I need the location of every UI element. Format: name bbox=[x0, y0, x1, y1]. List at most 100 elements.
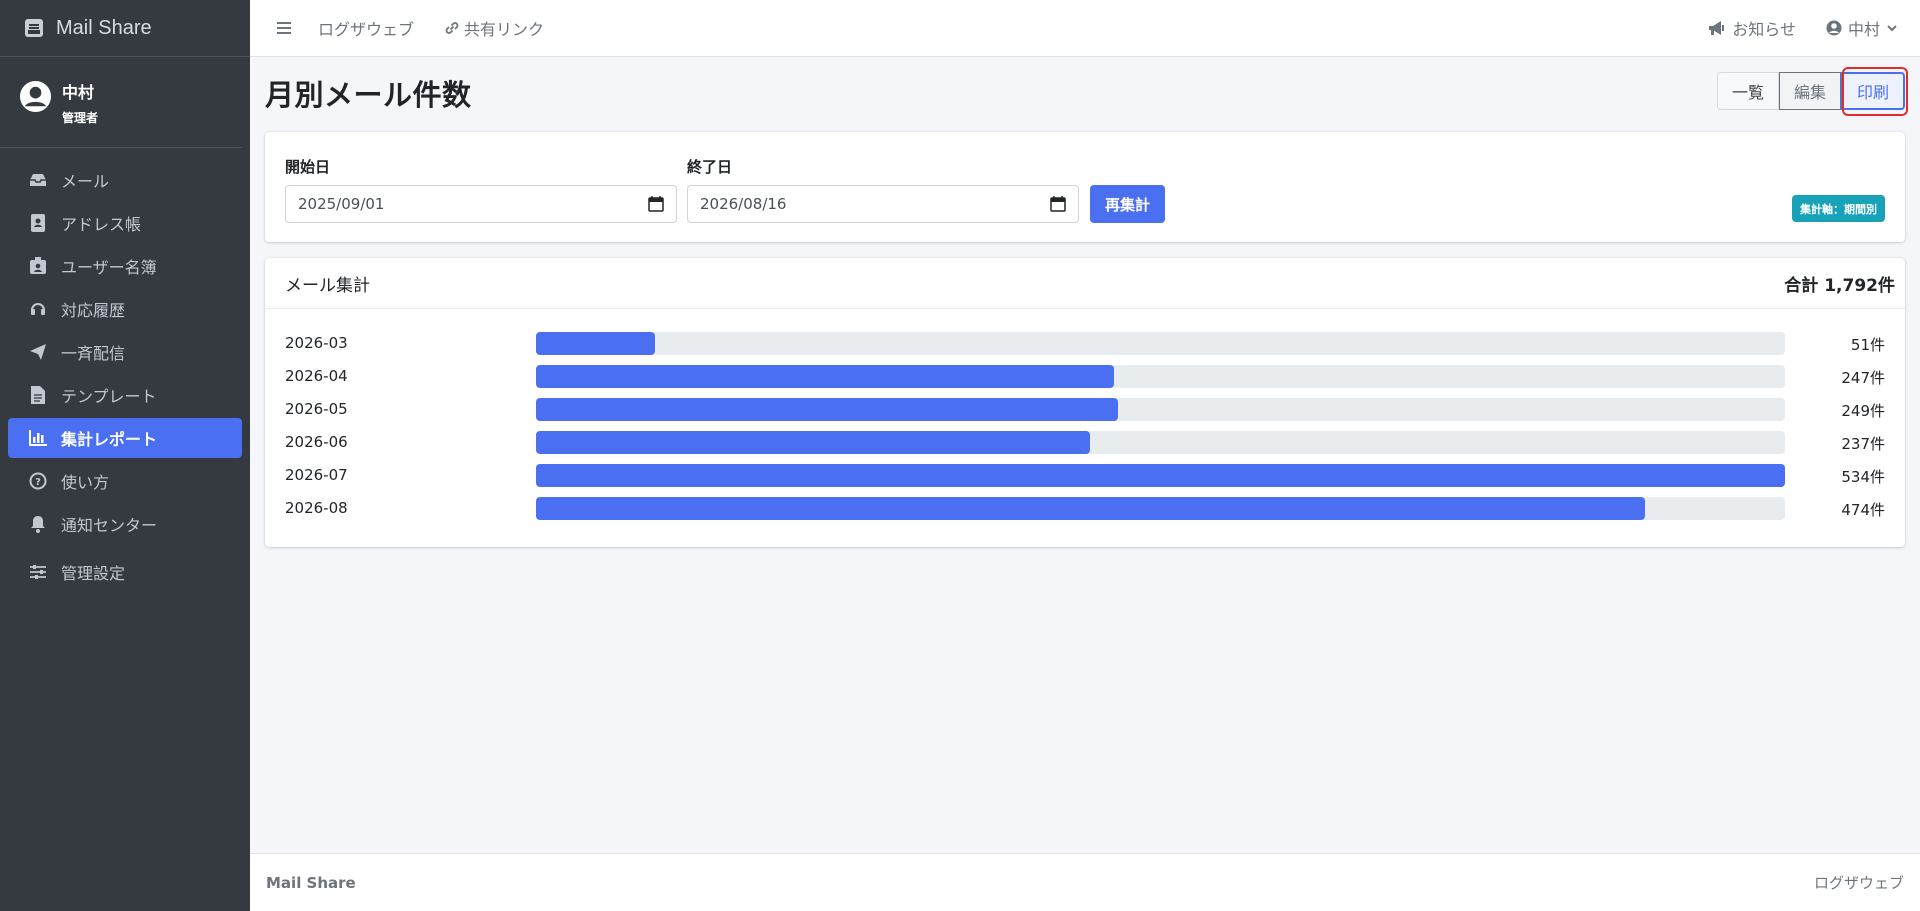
footer: Mail Share ログザウェブ bbox=[250, 853, 1920, 911]
sidebar-item-notifications[interactable]: 通知センター bbox=[8, 504, 242, 544]
top-right-nav: お知らせ 中村 bbox=[1708, 16, 1898, 40]
sidebar-item-label: ユーザー名簿 bbox=[61, 258, 157, 277]
nav-link-shared-links-label: 共有リンク bbox=[464, 20, 545, 39]
paper-plane-icon bbox=[28, 342, 48, 362]
sidebar-item-mail[interactable]: メール bbox=[8, 160, 242, 200]
sidebar-item-howto[interactable]: ? 使い方 bbox=[8, 461, 242, 501]
sidebar-item-label: 集計レポート bbox=[61, 430, 158, 449]
end-date-field[interactable]: 2026/08/16 bbox=[687, 185, 1079, 223]
address-book-icon bbox=[28, 213, 48, 233]
row-count: 51件 bbox=[1850, 336, 1885, 354]
sidebar-item-label: 一斉配信 bbox=[61, 344, 126, 363]
progress-fill bbox=[536, 332, 656, 355]
list-button[interactable]: 一覧 bbox=[1716, 72, 1779, 110]
user-menu-label: 中村 bbox=[1847, 20, 1880, 39]
row-month: 2026-07 bbox=[285, 466, 348, 484]
question-circle-icon: ? bbox=[28, 471, 48, 491]
user-avatar-icon bbox=[19, 80, 52, 112]
user-panel[interactable]: 中村 管理者 bbox=[0, 57, 242, 148]
row-count: 237件 bbox=[1841, 435, 1885, 453]
start-date-value: 2025/09/01 bbox=[298, 195, 385, 213]
row-month: 2026-03 bbox=[285, 334, 348, 352]
top-navbar: ログザウェブ 共有リンク お知らせ 中村 bbox=[250, 0, 1920, 57]
sidebar-item-report[interactable]: 集計レポート bbox=[8, 418, 242, 458]
summary-row: 2026-07 534件 bbox=[265, 460, 1905, 493]
id-badge-icon bbox=[28, 256, 48, 276]
user-menu-dropdown[interactable]: 中村 bbox=[1826, 16, 1898, 40]
brand-name: Mail Share bbox=[56, 16, 152, 39]
end-date-value: 2026/08/16 bbox=[700, 195, 787, 213]
sidebar: Mail Share 中村 管理者 メール アドレス帳 ユーザー名簿 対応履歴 … bbox=[0, 0, 250, 911]
megaphone-icon bbox=[1709, 21, 1725, 35]
file-icon bbox=[28, 385, 48, 405]
notice-link[interactable]: お知らせ bbox=[1708, 16, 1796, 40]
sidebar-item-label: メール bbox=[61, 172, 110, 191]
row-count: 249件 bbox=[1841, 402, 1885, 420]
start-date-label: 開始日 bbox=[285, 158, 331, 176]
start-date-field[interactable]: 2025/09/01 bbox=[285, 185, 677, 223]
edit-button[interactable]: 編集 bbox=[1778, 72, 1841, 110]
progress-track bbox=[536, 365, 1785, 388]
row-count: 534件 bbox=[1841, 468, 1885, 486]
sidebar-item-label: アドレス帳 bbox=[61, 215, 142, 234]
footer-brand: Mail Share bbox=[266, 873, 356, 892]
chevron-down-icon bbox=[1887, 25, 1897, 32]
sidebar-item-label: テンプレート bbox=[61, 387, 157, 406]
summary-title: メール集計 bbox=[285, 275, 370, 296]
progress-fill bbox=[536, 398, 1119, 421]
link-icon bbox=[445, 22, 459, 34]
page-title: 月別メール件数 bbox=[265, 78, 472, 112]
sidebar-item-label: 管理設定 bbox=[61, 564, 126, 583]
user-circle-icon bbox=[1826, 20, 1842, 36]
mail-summary-card: メール集計 合計 1,792件 2026-03 51件 2026-04 247件 202… bbox=[265, 258, 1905, 547]
sidebar-item-history[interactable]: 対応履歴 bbox=[8, 289, 242, 329]
sidebar-item-template[interactable]: テンプレート bbox=[8, 375, 242, 415]
sidebar-item-broadcast[interactable]: 一斉配信 bbox=[8, 332, 242, 372]
summary-row: 2026-03 51件 bbox=[265, 328, 1905, 361]
sidebar-item-user-list[interactable]: ユーザー名簿 bbox=[8, 246, 242, 286]
sliders-icon bbox=[28, 562, 48, 582]
svg-text:?: ? bbox=[35, 477, 41, 488]
hamburger-menu-icon[interactable] bbox=[274, 21, 294, 35]
row-month: 2026-05 bbox=[285, 400, 348, 418]
progress-fill bbox=[536, 464, 1785, 487]
nav-link-logzaweb[interactable]: ログザウェブ bbox=[318, 16, 414, 40]
bar-chart-icon bbox=[28, 428, 48, 448]
row-month: 2026-04 bbox=[285, 367, 348, 385]
sidebar-item-label: 対応履歴 bbox=[61, 301, 126, 320]
brand-link[interactable]: Mail Share bbox=[0, 0, 250, 57]
aggregation-axis-badge: 集計軸：期間別 bbox=[1792, 195, 1885, 222]
row-count: 247件 bbox=[1841, 369, 1885, 387]
calendar-icon[interactable] bbox=[1050, 196, 1066, 212]
summary-row: 2026-08 474件 bbox=[265, 493, 1905, 526]
user-name: 中村 bbox=[62, 82, 95, 102]
inbox-icon bbox=[28, 170, 48, 190]
user-role: 管理者 bbox=[62, 110, 99, 125]
calendar-icon[interactable] bbox=[648, 196, 664, 212]
notice-label: お知らせ bbox=[1732, 20, 1796, 39]
summary-rows: 2026-03 51件 2026-04 247件 2026-05 249件 2026-06 2… bbox=[265, 309, 1905, 526]
summary-row: 2026-06 237件 bbox=[265, 427, 1905, 460]
row-count: 474件 bbox=[1841, 501, 1885, 519]
headset-icon bbox=[28, 299, 48, 319]
progress-fill bbox=[536, 365, 1114, 388]
row-month: 2026-08 bbox=[285, 499, 348, 517]
summary-row: 2026-05 249件 bbox=[265, 394, 1905, 427]
progress-track bbox=[536, 497, 1785, 520]
sidebar-item-address-book[interactable]: アドレス帳 bbox=[8, 203, 242, 243]
mail-box-icon bbox=[25, 19, 43, 37]
summary-total: 合計 1,792件 bbox=[1784, 275, 1895, 296]
progress-track bbox=[536, 431, 1785, 454]
recalculate-button[interactable]: 再集計 bbox=[1090, 185, 1165, 223]
summary-row: 2026-04 247件 bbox=[265, 361, 1905, 394]
nav-link-shared-links[interactable]: 共有リンク bbox=[444, 16, 544, 40]
progress-track bbox=[536, 332, 1785, 355]
end-date-label: 終了日 bbox=[687, 158, 733, 176]
filter-card: 開始日 2025/09/01 終了日 2026/08/16 再集計 集計軸：期間… bbox=[265, 132, 1905, 242]
footer-link[interactable]: ログザウェブ bbox=[1814, 872, 1904, 893]
progress-fill bbox=[536, 431, 1091, 454]
sidebar-item-admin-settings[interactable]: 管理設定 bbox=[8, 552, 242, 592]
progress-track bbox=[536, 398, 1785, 421]
sidebar-item-label: 通知センター bbox=[61, 516, 158, 535]
summary-header: メール集計 合計 1,792件 bbox=[265, 258, 1905, 309]
